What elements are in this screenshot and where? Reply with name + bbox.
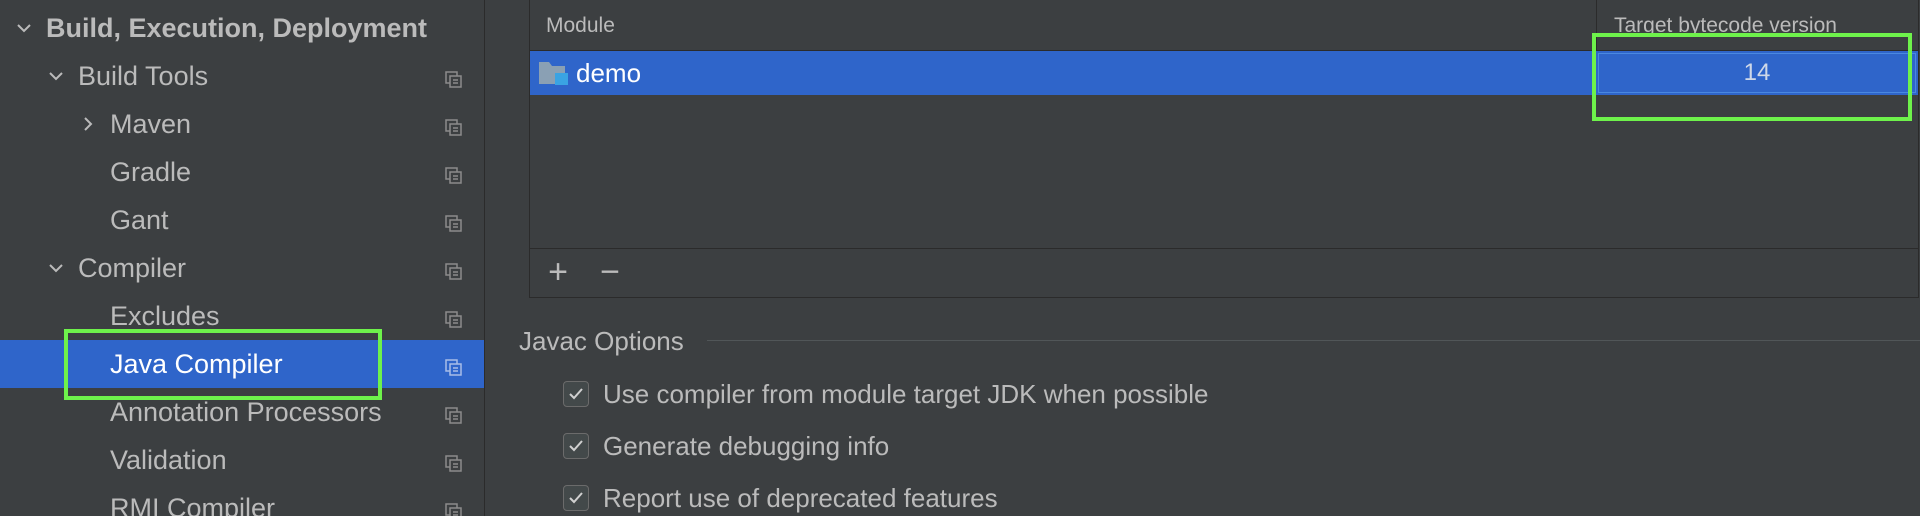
sidebar-item-compiler[interactable]: Compiler [0,244,484,292]
sidebar-item-label: Maven [110,108,192,139]
toolbar-divider [530,248,1918,249]
option-label: Generate debugging info [603,430,890,461]
sidebar-item-label: Validation [110,444,227,475]
sidebar-item-label: RMI Compiler [110,492,276,516]
table-header: Module Target bytecode version [530,0,1918,51]
target-bytecode-version-cell[interactable]: 14 [1598,53,1916,93]
settings-sidebar: Build, Execution, Deployment Build Tools… [0,0,485,516]
sidebar-item-label: Excludes [110,300,220,331]
project-settings-icon [444,498,464,516]
checkbox[interactable] [563,485,589,511]
project-settings-icon [444,210,464,232]
sidebar-item-rmi-compiler[interactable]: RMI Compiler [0,484,484,516]
sidebar-item-label: Gradle [110,156,192,187]
project-settings-icon [444,162,464,184]
module-name-cell[interactable]: demo [576,58,641,89]
column-header-target-bytecode-version[interactable]: Target bytecode version [1614,14,1837,38]
sidebar-item-validation[interactable]: Validation [0,436,484,484]
project-settings-icon [444,114,464,136]
module-folder-icon [538,59,570,87]
chevron-right-icon[interactable] [76,112,100,136]
chevron-down-icon[interactable] [44,64,68,88]
option-use-module-target-jdk[interactable]: Use compiler from module target JDK when… [563,376,1208,412]
sidebar-item-label: Gant [110,204,169,235]
project-settings-icon [444,354,464,376]
sidebar-item-build-execution-deployment[interactable]: Build, Execution, Deployment [0,4,484,52]
sidebar-item-build-tools[interactable]: Build Tools [0,52,484,100]
sidebar-item-gant[interactable]: Gant [0,196,484,244]
option-generate-debugging-info[interactable]: Generate debugging info [563,428,889,464]
project-settings-icon [444,402,464,424]
project-settings-icon [444,450,464,472]
module-target-table: Module Target bytecode version demo 14 +… [529,0,1919,298]
remove-module-button[interactable]: − [596,255,624,289]
checkbox[interactable] [563,433,589,459]
sidebar-item-maven[interactable]: Maven [0,100,484,148]
sidebar-item-label: Build Tools [78,60,209,91]
option-label: Use compiler from module target JDK when… [603,378,1209,409]
sidebar-item-java-compiler[interactable]: Java Compiler [0,340,484,388]
column-header-module[interactable]: Module [546,14,615,38]
chevron-down-icon[interactable] [44,256,68,280]
project-settings-icon [444,258,464,280]
checkbox[interactable] [563,381,589,407]
project-settings-icon [444,66,464,88]
javac-options-title: Javac Options [519,326,684,356]
table-row[interactable]: demo 14 [530,51,1918,95]
add-module-button[interactable]: + [544,255,572,289]
sidebar-item-label: Java Compiler [110,348,283,379]
sidebar-item-label: Build, Execution, Deployment [46,12,428,43]
sidebar-item-gradle[interactable]: Gradle [0,148,484,196]
column-divider[interactable] [1596,0,1597,50]
sidebar-item-annotation-processors[interactable]: Annotation Processors [0,388,484,436]
sidebar-item-label: Compiler [78,252,187,283]
chevron-down-icon[interactable] [12,16,36,40]
section-separator [707,340,1920,341]
java-compiler-settings-panel: Module Target bytecode version demo 14 +… [485,0,1920,516]
sidebar-item-label: Annotation Processors [110,396,382,427]
option-label: Report use of deprecated features [603,482,998,513]
sidebar-item-excludes[interactable]: Excludes [0,292,484,340]
option-report-deprecated[interactable]: Report use of deprecated features [563,480,998,516]
project-settings-icon [444,306,464,328]
